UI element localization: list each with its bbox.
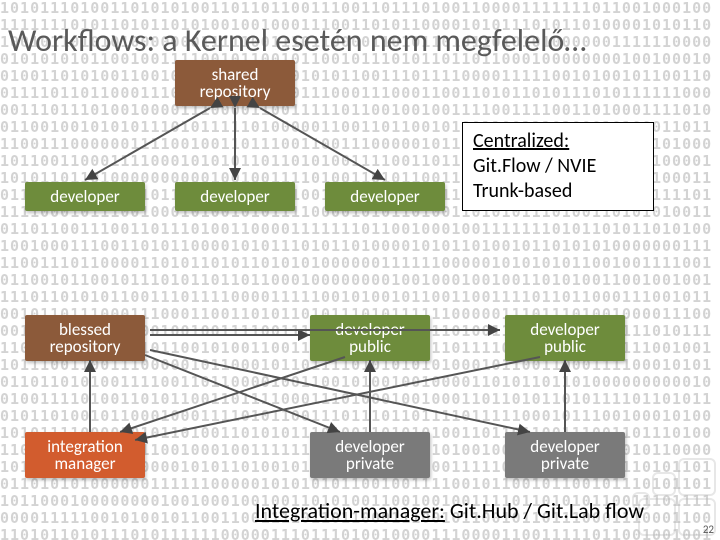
page-title: Workflows: a Kernel esetén nem megfelelő… (8, 21, 586, 60)
diagram-stage: sharedrepository developer developer dev… (0, 0, 720, 540)
arrows-layer (0, 0, 720, 540)
